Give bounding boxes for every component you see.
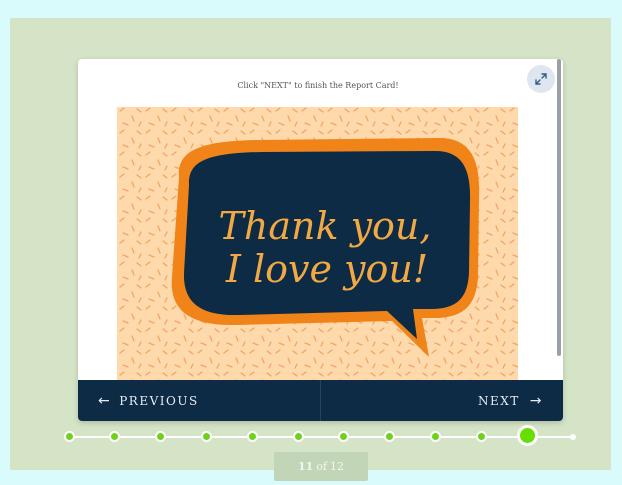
arrow-left-icon: ←	[98, 392, 112, 409]
progress-dot-6[interactable]	[292, 431, 304, 442]
progress-dot-2[interactable]	[109, 431, 121, 442]
previous-label: PREVIOUS	[119, 393, 199, 408]
progress-dot-3[interactable]	[155, 431, 167, 442]
page-indicator: 11 of 12	[274, 452, 368, 481]
thank-you-illustration: Thank you, I love you!	[117, 107, 518, 381]
progress-dot-8[interactable]	[384, 431, 396, 442]
page-current: 11	[297, 460, 314, 473]
instruction-text: Click "NEXT" to finish the Report Card!	[237, 81, 399, 90]
progress-dot-7[interactable]	[338, 431, 350, 442]
next-label: NEXT	[477, 393, 520, 408]
expand-icon	[535, 73, 547, 85]
slide-navigation: ← PREVIOUS NEXT →	[78, 380, 563, 421]
progress-dot-12[interactable]	[569, 434, 576, 440]
arrow-right-icon: →	[529, 392, 543, 409]
expand-button[interactable]	[527, 65, 555, 93]
previous-button[interactable]: ← PREVIOUS	[78, 380, 321, 421]
artwork-line-1: Thank you,	[219, 204, 432, 248]
scrollbar[interactable]	[557, 59, 561, 356]
slide-card: Click "NEXT" to finish the Report Card!	[78, 59, 563, 421]
thank-you-artwork: Thank you, I love you!	[117, 107, 518, 381]
next-button[interactable]: NEXT →	[321, 380, 563, 421]
progress-dot-11[interactable]	[516, 425, 538, 446]
progress-dot-5[interactable]	[246, 431, 258, 442]
progress-dot-9[interactable]	[429, 431, 441, 442]
page-separator: of	[316, 460, 327, 473]
artwork-line-2: I love you!	[225, 247, 428, 291]
progress-dot-1[interactable]	[63, 431, 75, 442]
progress-track	[60, 423, 582, 451]
stage: Click "NEXT" to finish the Report Card!	[10, 18, 611, 481]
page-total: 12	[330, 460, 344, 473]
progress-line	[68, 436, 574, 438]
progress-dot-10[interactable]	[475, 431, 487, 442]
progress-dot-4[interactable]	[200, 431, 212, 442]
